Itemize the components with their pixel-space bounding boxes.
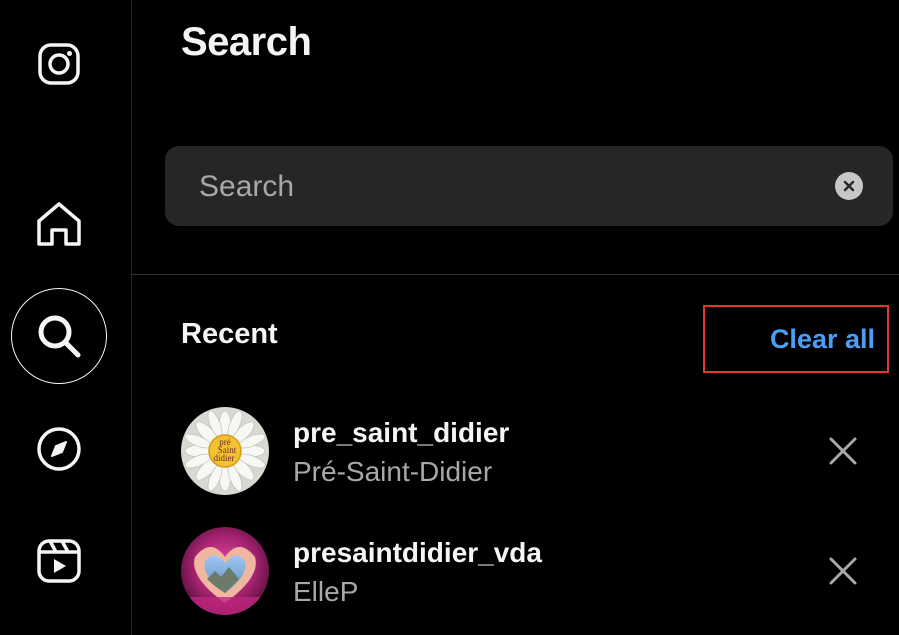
close-icon[interactable]: [825, 553, 861, 589]
clear-all-button[interactable]: Clear all: [703, 305, 889, 373]
avatar-logo-text: didier: [214, 453, 235, 463]
avatar: [181, 527, 269, 615]
result-fullname: Pré-Saint-Didier: [293, 456, 493, 487]
search-panel: Search Recent Clear all: [132, 0, 899, 635]
avatar: pré Saint didier: [181, 407, 269, 495]
close-icon[interactable]: [825, 433, 861, 469]
side-nav: [0, 0, 132, 635]
search-box: [165, 146, 893, 228]
page-title: Search: [181, 20, 312, 64]
app: Search Recent Clear all: [0, 0, 899, 635]
search-input[interactable]: [197, 146, 821, 228]
result-username: pre_saint_didier: [293, 417, 510, 448]
result-fullname: ElleP: [293, 576, 359, 607]
search-icon[interactable]: [11, 288, 107, 384]
reels-icon[interactable]: [35, 537, 83, 585]
clear-circle-icon[interactable]: [835, 172, 863, 200]
recent-heading: Recent: [181, 318, 278, 350]
divider: [132, 274, 899, 275]
instagram-icon[interactable]: [35, 40, 83, 88]
result-username: presaintdidier_vda: [293, 537, 542, 568]
compass-icon[interactable]: [35, 425, 83, 473]
list-item[interactable]: presaintdidier_vda ElleP: [181, 527, 881, 617]
list-item[interactable]: pré Saint didier pre_saint_didier Pré-Sa…: [181, 407, 881, 497]
home-icon[interactable]: [35, 200, 83, 248]
